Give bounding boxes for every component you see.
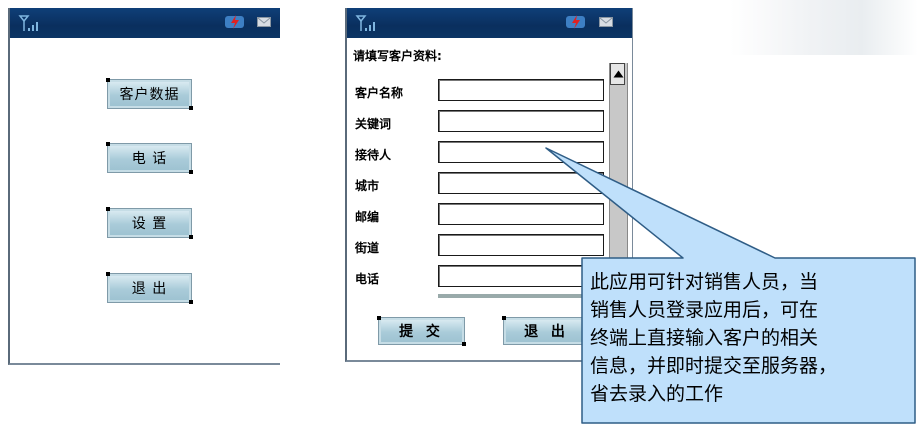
callout-line: 终端上直接输入客户的相关 xyxy=(590,327,819,349)
label-receptionist: 接待人 xyxy=(355,148,392,162)
callout-line: 销售人员登录应用后，可在 xyxy=(590,299,819,321)
callout-line: 省去录入的工作 xyxy=(590,383,724,405)
label-city: 城市 xyxy=(355,179,380,193)
callout-text: 此应用可针对销售人员，当 销售人员登录应用后，可在 终端上直接输入客户的相关 信… xyxy=(590,268,912,408)
city-input[interactable] xyxy=(438,172,604,194)
phone-input[interactable] xyxy=(438,265,604,287)
message-icon xyxy=(257,17,271,27)
street-input[interactable] xyxy=(438,234,604,256)
signal-strength-icon xyxy=(18,15,38,31)
keyword-input[interactable] xyxy=(438,110,604,132)
label-customer-name: 客户名称 xyxy=(355,86,404,100)
battery-icon xyxy=(225,15,244,29)
form-title: 请填写客户资料: xyxy=(353,49,442,63)
scroll-up-button[interactable] xyxy=(610,63,625,85)
vertical-scrollbar[interactable] xyxy=(609,63,628,298)
decorative-background xyxy=(730,0,918,55)
field-divider xyxy=(438,294,609,298)
exit-button[interactable]: 退 出 xyxy=(106,272,193,304)
customer-name-input[interactable] xyxy=(438,79,604,101)
label-phone: 电话 xyxy=(355,272,380,286)
customer-data-button[interactable]: 客户数据 xyxy=(106,78,193,110)
postcode-input[interactable] xyxy=(438,203,604,225)
status-bar xyxy=(10,8,280,38)
submit-button[interactable]: 提 交 xyxy=(377,316,466,346)
callout-line: 信息，并即时提交至服务器， xyxy=(590,355,838,377)
phone-button[interactable]: 电 话 xyxy=(106,142,193,174)
battery-icon xyxy=(566,15,585,29)
signal-strength-icon xyxy=(355,15,375,31)
label-keyword: 关键词 xyxy=(355,117,392,131)
arrow-up-icon xyxy=(613,70,624,78)
settings-button[interactable]: 设 置 xyxy=(106,207,193,239)
callout-line: 此应用可针对销售人员，当 xyxy=(590,271,819,293)
form-exit-button[interactable]: 退 出 xyxy=(502,316,591,346)
label-postcode: 邮编 xyxy=(355,210,380,224)
status-bar xyxy=(347,8,632,38)
message-icon xyxy=(599,17,613,27)
phone-screen-menu: 客户数据 电 话 设 置 退 出 xyxy=(8,8,280,365)
receptionist-input[interactable] xyxy=(438,141,604,163)
label-street: 街道 xyxy=(355,241,380,255)
